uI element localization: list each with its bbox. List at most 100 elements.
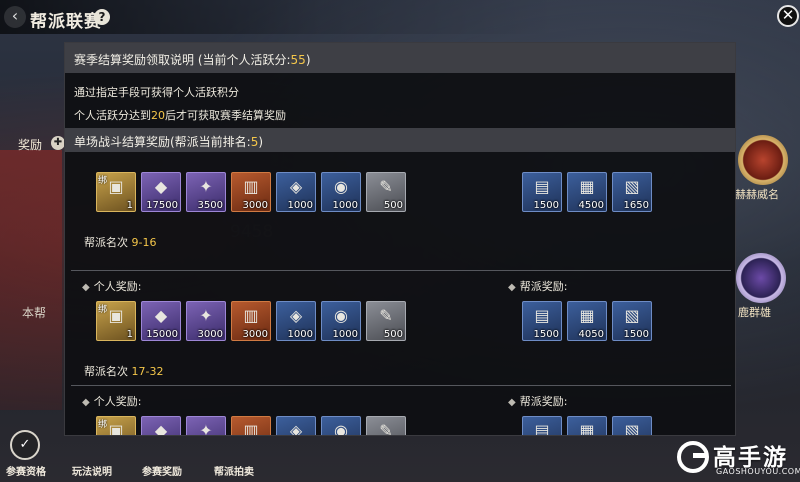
info-line: 通过指定手段可获得个人活跃积分 [74, 86, 239, 99]
reward-item[interactable]: ✦ 3500 [186, 172, 226, 212]
scroll-icon: ✎ [379, 421, 393, 436]
reward-item[interactable]: ◉1000 [321, 301, 361, 341]
bound-tag: 绑 [98, 305, 108, 315]
reward-item[interactable]: ▣绑1 [96, 172, 136, 212]
reward-item[interactable]: ◉1000 [321, 172, 361, 212]
qualification-icon[interactable]: ✓ [10, 430, 40, 460]
reward-item[interactable]: ▥3000 [231, 301, 271, 341]
bound-tag: 绑 [98, 176, 108, 186]
background-guild-label: 本帮 [22, 306, 47, 320]
reward-item[interactable]: ▣绑1 [96, 301, 136, 341]
reward-item[interactable]: ◆12500 [141, 416, 181, 435]
reward-quantity: 1000 [332, 200, 358, 211]
reward-item[interactable]: ▤ 1500 [522, 301, 562, 341]
nav-rewards[interactable]: 参赛奖励 [142, 463, 182, 478]
reward-tab[interactable]: 奖励 [18, 136, 42, 153]
pouch-icon: ✦ [199, 306, 213, 325]
reward-item[interactable]: ✎500 [366, 172, 406, 212]
reward-item[interactable]: ◉1000 [321, 416, 361, 436]
gold-card-icon: ▦ [579, 421, 595, 436]
reward-item[interactable]: ▦3645 [567, 416, 607, 436]
guild-reward-label: ◆ 帮派奖励: [508, 278, 567, 294]
reward-quantity: 17500 [146, 200, 178, 211]
rank-range-label: 帮派名次 9-16 [84, 234, 156, 250]
rank-range-value: 9-16 [131, 236, 157, 249]
reward-item[interactable]: ▥3000 [231, 172, 271, 212]
close-button[interactable]: ✕ [777, 5, 799, 27]
nav-auction[interactable]: 帮派拍卖 [214, 463, 254, 478]
back-icon[interactable]: ‹ [4, 6, 26, 28]
reward-quantity: 3000 [242, 329, 268, 340]
reward-quantity: 3500 [197, 200, 223, 211]
gold-card-icon: ▦ [579, 177, 595, 196]
reward-item[interactable]: ▥3000 [231, 416, 271, 436]
section-title: 单场战斗结算奖励(帮派当前排名:5) [74, 135, 264, 149]
reward-item[interactable]: ▧ 1650 [612, 172, 652, 212]
reward-item[interactable]: ▤1350 [522, 416, 562, 436]
reward-quantity: 1000 [287, 329, 313, 340]
reward-quantity: 4050 [578, 329, 604, 340]
gold-ingots-icon: ◆ [154, 177, 168, 196]
diamond-bullet-icon: ◆ [508, 397, 516, 408]
reward-item[interactable]: ▤ 1500 [522, 172, 562, 212]
reward-quantity: 3000 [242, 200, 268, 211]
reward-group: ▣ 绑 1 ◆ 17500 ✦ 3500 ▥ 3000 ◈ 1000 ◉ 1000 ✎ 500 ▤ 1500 ▦ 4… [65, 153, 735, 250]
nav-rules[interactable]: 玩法说明 [72, 463, 112, 478]
reward-item[interactable]: ✎500 [366, 301, 406, 341]
top-bar [0, 0, 800, 34]
reward-info-panel: 赛季结算奖励领取说明 (当前个人活跃分:55) 通过指定手段可获得个人活跃积分 … [64, 42, 736, 436]
reward-item[interactable]: ◈ 1000 [276, 301, 316, 341]
flask-icon: ◈ [289, 421, 303, 436]
help-icon[interactable]: ? [94, 9, 110, 25]
flask-icon: ◈ [289, 177, 303, 196]
title-badge-icon[interactable] [738, 135, 788, 185]
personal-reward-label-text: 个人奖励: [93, 395, 142, 408]
gold-ticket-icon: ▤ [534, 306, 550, 325]
reward-item[interactable]: ✦2500 [186, 416, 226, 436]
reward-item[interactable]: ◈ 1000 [276, 172, 316, 212]
reward-item[interactable]: ▦ 4050 [567, 301, 607, 341]
reward-quantity: 1650 [623, 200, 649, 211]
reward-item[interactable]: ▧1350 [612, 416, 652, 435]
reward-quantity: 500 [383, 329, 403, 340]
reward-quantity: 1 [126, 329, 133, 340]
reward-quantity: 15000 [146, 329, 178, 340]
watermark-domain: GAOSHOUYOU.COM [716, 467, 800, 476]
background-gate [0, 150, 62, 410]
reward-item[interactable]: ◈1000 [276, 416, 316, 436]
rank-label-text: 帮派名次 [84, 365, 128, 378]
reward-item[interactable]: ▦ 4500 [567, 172, 607, 212]
reward-item[interactable]: ✎500 [366, 416, 406, 436]
guild-reward-label-text: 帮派奖励: [519, 395, 568, 408]
reward-item[interactable]: ◆ 17500 [141, 172, 181, 212]
reward-item[interactable]: ▣绑1 [96, 416, 136, 435]
divider [71, 270, 731, 271]
reward-group: ◆个人奖励:◆帮派奖励:▣绑1◆12500✦2500▥3000◈1000◉100… [65, 385, 735, 436]
watermark-logo-icon [677, 441, 709, 473]
personal-reward-label: ◆ 个人奖励: [82, 278, 141, 294]
activity-score: 55 [290, 53, 306, 67]
medallion-icon: ◉ [334, 421, 348, 436]
flask-icon: ◈ [289, 306, 303, 325]
bound-tag: 绑 [98, 420, 108, 430]
reward-item[interactable]: ▧ 1500 [612, 301, 652, 341]
pouch-icon: ✦ [199, 421, 213, 436]
section-header: 单场战斗结算奖励(帮派当前排名:5) [65, 128, 735, 152]
title-badge-label: 赫赫威名 [735, 188, 779, 201]
token-card-icon: ▥ [243, 421, 259, 436]
gold-card-icon: ▦ [579, 306, 595, 325]
title-badge-icon[interactable] [736, 253, 786, 303]
reward-item[interactable]: ◆ 15000 [141, 301, 181, 341]
personal-reward-label-text: 个人奖励: [93, 280, 142, 293]
reward-quantity: 1000 [287, 200, 313, 211]
panel-title: 赛季结算奖励领取说明 (当前个人活跃分:55) [74, 53, 311, 67]
red-book-icon: ▧ [624, 177, 640, 196]
reward-tab-icon[interactable]: ✚ [51, 136, 65, 150]
scroll-icon: ✎ [379, 177, 393, 196]
reward-item[interactable]: ✦ 3000 [186, 301, 226, 341]
reward-quantity: 1 [126, 200, 133, 211]
gold-ticket-icon: ▤ [534, 421, 550, 436]
page-title: 帮派联赛 [30, 12, 102, 32]
panel-header: 赛季结算奖励领取说明 (当前个人活跃分:55) [65, 43, 735, 73]
nav-qualification[interactable]: 参赛资格 [6, 463, 46, 478]
